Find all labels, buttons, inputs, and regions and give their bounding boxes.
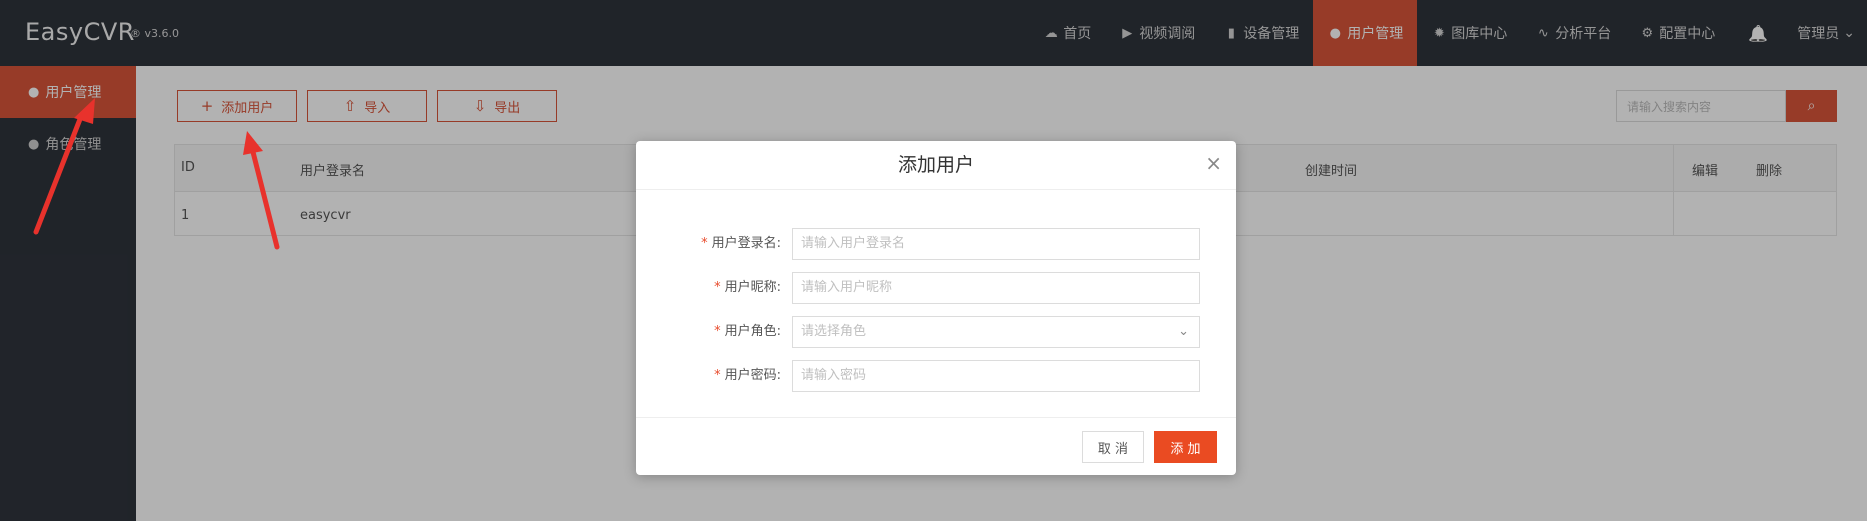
chevron-down-icon: ⌄ [1178,324,1189,339]
nickname-field[interactable]: 请输入用户昵称 [792,272,1200,304]
required-mark: * [714,368,721,383]
required-mark: * [714,280,721,295]
field-label-text: 用户昵称: [724,280,781,295]
nickname-label: * 用户昵称: [714,272,781,304]
close-icon[interactable]: × [1205,153,1222,173]
password-row: * 用户密码: 请输入密码 [636,360,1236,392]
required-mark: * [701,236,708,251]
nickname-row: * 用户昵称: 请输入用户昵称 [636,272,1236,304]
login-name-row: * 用户登录名: 请输入用户登录名 [636,228,1236,260]
add-button[interactable]: 添 加 [1154,431,1217,463]
role-row: * 用户角色: 请选择角色 ⌄ [636,316,1236,348]
password-field[interactable]: 请输入密码 [792,360,1200,392]
field-label-text: 用户角色: [724,324,781,339]
role-label: * 用户角色: [714,316,781,348]
dialog-title: 添加用户 [636,141,1236,190]
field-label-text: 用户登录名: [711,236,781,251]
login-name-label: * 用户登录名: [701,228,781,260]
password-label: * 用户密码: [714,360,781,392]
add-user-dialog: 添加用户 × * 用户登录名: 请输入用户登录名 * 用户昵称: 请输入用户昵称 *… [636,141,1236,475]
role-select[interactable]: 请选择角色 ⌄ [792,316,1200,348]
cancel-button[interactable]: 取 消 [1082,431,1144,463]
role-select-placeholder: 请选择角色 [801,324,867,339]
dialog-divider [636,417,1236,418]
field-label-text: 用户密码: [724,368,781,383]
required-mark: * [714,324,721,339]
login-name-field[interactable]: 请输入用户登录名 [792,228,1200,260]
